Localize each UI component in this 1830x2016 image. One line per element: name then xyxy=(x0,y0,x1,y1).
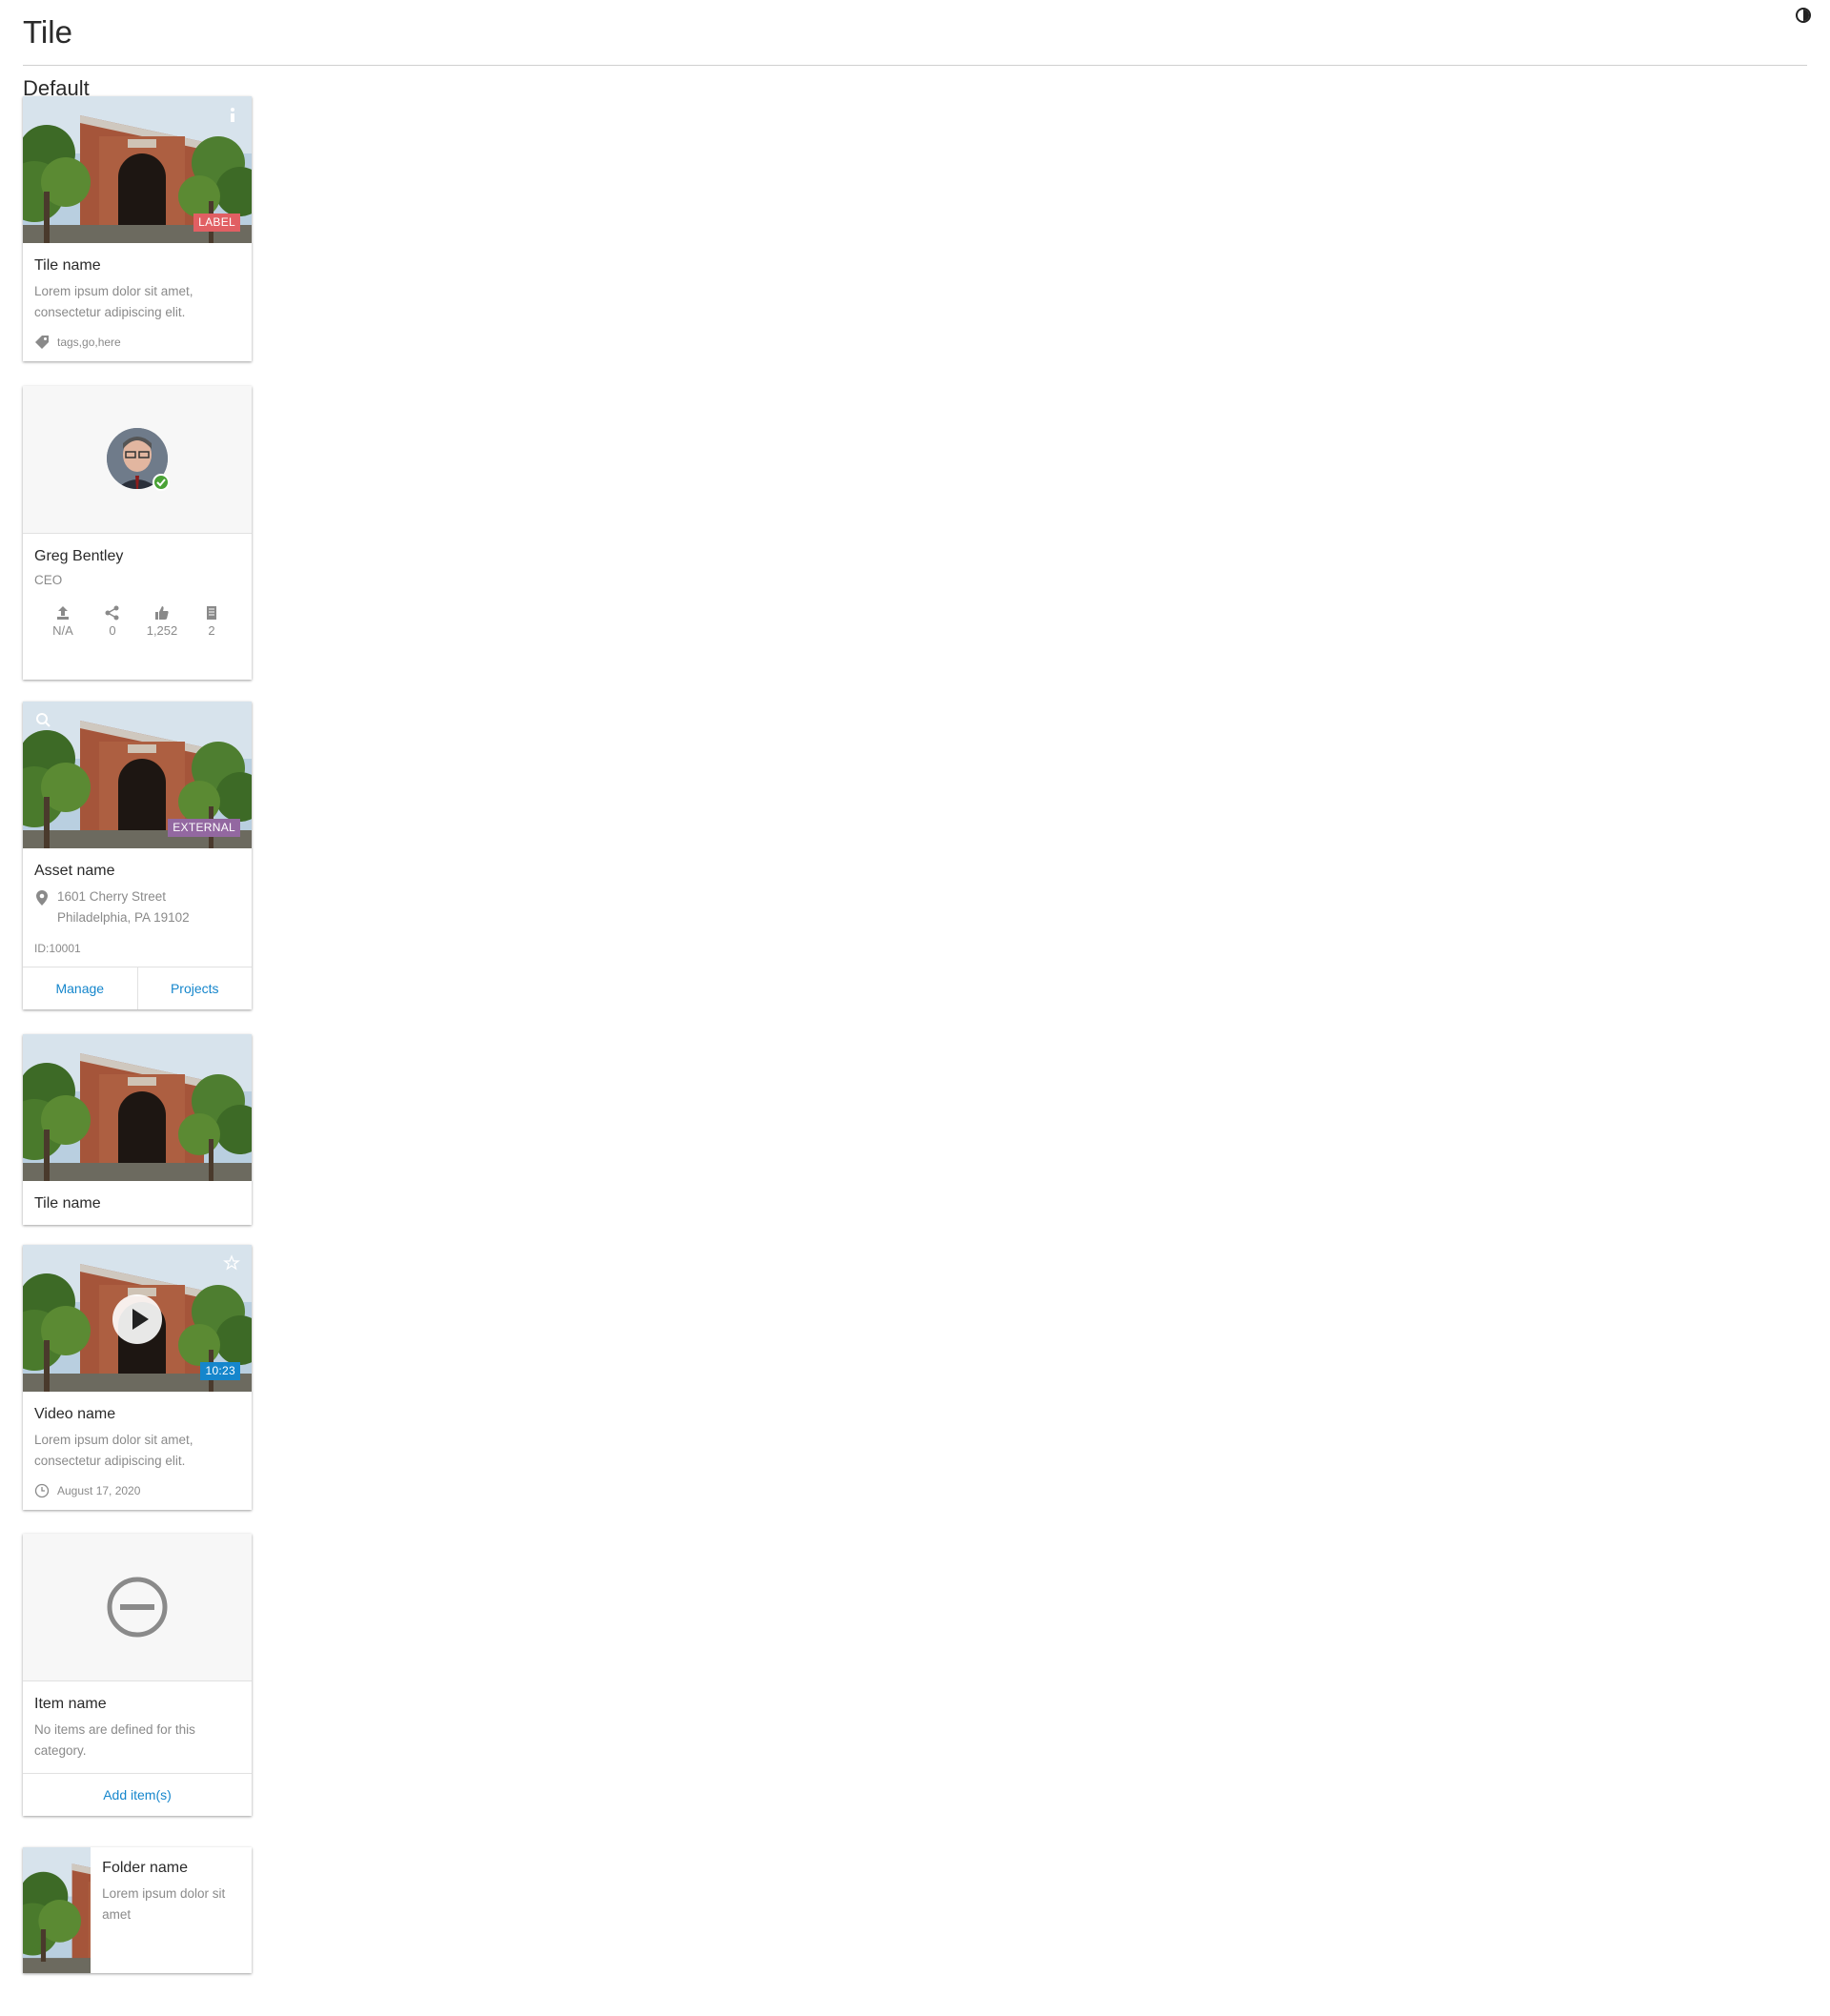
document-icon xyxy=(207,606,216,620)
star-icon[interactable] xyxy=(223,1254,240,1272)
no-items-icon xyxy=(107,1577,168,1638)
video-duration: 10:23 xyxy=(200,1362,240,1380)
tile-thumbnail: EXTERNAL xyxy=(23,702,252,848)
view-icon[interactable] xyxy=(34,711,51,728)
address-line-2: Philadelphia, PA 19102 xyxy=(57,910,190,925)
video-name: Video name xyxy=(34,1406,116,1422)
empty-thumbnail-area xyxy=(23,1534,252,1681)
stat-value: 2 xyxy=(208,623,215,638)
tile-thumbnail: LABEL xyxy=(23,96,252,243)
tile-empty[interactable]: Item name No items are defined for this … xyxy=(23,1534,252,1816)
page: Tile Default xyxy=(23,0,1807,102)
tags-text: tags,go,here xyxy=(57,336,121,349)
upload-icon xyxy=(57,606,69,620)
page-title: Tile xyxy=(23,14,72,50)
item-name: Item name xyxy=(34,1696,107,1712)
tile-video[interactable]: 10:23 Video name Lorem ipsum dolor sit a… xyxy=(23,1245,252,1510)
add-items-button[interactable]: Add item(s) xyxy=(23,1774,252,1816)
stat-uploads: N/A xyxy=(39,604,87,638)
tile-actions: Manage Projects xyxy=(23,967,252,1009)
play-button[interactable] xyxy=(112,1294,162,1344)
tile-tags: tags,go,here xyxy=(34,335,240,350)
tile-asset[interactable]: EXTERNAL Asset name 1601 Cherry Street P… xyxy=(23,702,252,1009)
title-divider xyxy=(23,65,1807,66)
video-description: Lorem ipsum dolor sit amet, consectetur … xyxy=(34,1433,193,1468)
thumbs-up-icon xyxy=(155,606,169,620)
stat-shares: 0 xyxy=(89,604,136,638)
status-check-icon xyxy=(152,474,170,491)
tile-minimal[interactable]: Tile name xyxy=(23,1034,252,1225)
location-pin-icon xyxy=(36,890,48,906)
tile-name: Tile name xyxy=(34,257,101,274)
stat-value: N/A xyxy=(52,623,73,638)
asset-name: Asset name xyxy=(34,863,115,879)
tile-badge: EXTERNAL xyxy=(168,819,240,837)
tile-actions: Add item(s) xyxy=(23,1773,252,1816)
building-photo xyxy=(23,1034,252,1181)
tile-badge: LABEL xyxy=(193,214,240,232)
tile-thumbnail xyxy=(23,1034,252,1181)
tile-name: Tile name xyxy=(34,1195,101,1212)
info-icon[interactable] xyxy=(223,106,240,123)
tile-folder[interactable]: Folder name Lorem ipsum dolor sit amet xyxy=(23,1847,252,1973)
user-stats: N/A 0 1,252 2 xyxy=(34,604,240,638)
user-thumbnail-area xyxy=(23,386,252,534)
video-date: August 17, 2020 xyxy=(34,1483,240,1498)
manage-button[interactable]: Manage xyxy=(23,967,137,1009)
tag-icon xyxy=(35,336,49,349)
stat-likes: 1,252 xyxy=(138,604,186,638)
user-role: CEO xyxy=(34,573,63,587)
folder-thumbnail xyxy=(23,1847,92,1973)
user-name: Greg Bentley xyxy=(34,548,124,564)
address-line-1: 1601 Cherry Street xyxy=(57,889,167,904)
item-description: No items are defined for this category. xyxy=(34,1722,195,1758)
share-icon xyxy=(105,605,119,621)
tile-user[interactable]: Greg Bentley CEO N/A 0 1,252 2 xyxy=(23,386,252,680)
tile-thumbnail: 10:23 xyxy=(23,1245,252,1392)
stat-value: 0 xyxy=(109,623,116,638)
section-title: Default xyxy=(23,76,90,100)
projects-button[interactable]: Projects xyxy=(136,967,253,1009)
stat-documents: 2 xyxy=(188,604,235,638)
stat-value: 1,252 xyxy=(146,623,178,638)
folder-name: Folder name xyxy=(102,1860,188,1876)
asset-id: ID:10001 xyxy=(34,942,81,955)
folder-description: Lorem ipsum dolor sit amet xyxy=(102,1886,226,1922)
tile-basic[interactable]: LABEL Tile name Lorem ipsum dolor sit am… xyxy=(23,96,252,361)
building-photo xyxy=(23,1847,92,1973)
date-text: August 17, 2020 xyxy=(57,1484,141,1497)
clock-icon xyxy=(34,1483,50,1498)
asset-address: 1601 Cherry Street Philadelphia, PA 1910… xyxy=(34,886,240,928)
tile-description: Lorem ipsum dolor sit amet, consectetur … xyxy=(34,284,193,319)
